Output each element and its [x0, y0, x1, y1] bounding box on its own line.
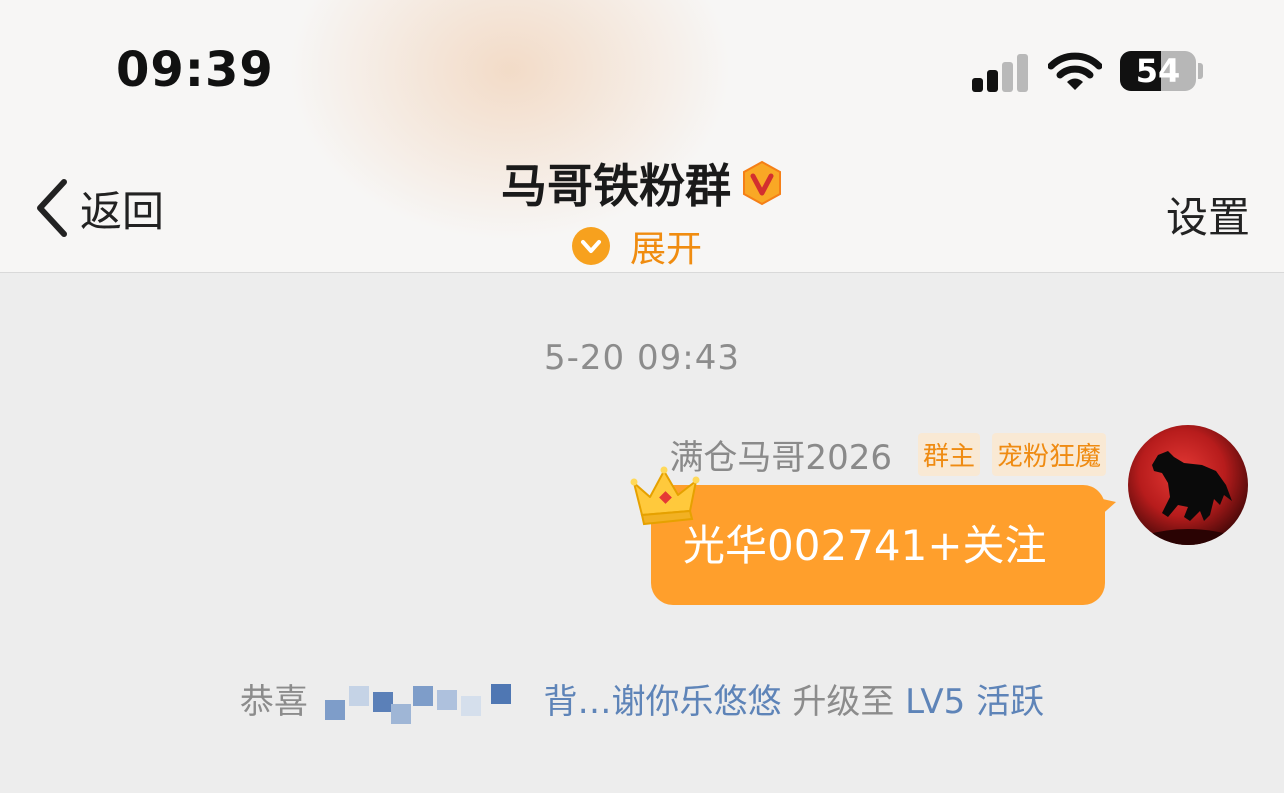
avatar[interactable]	[1128, 425, 1248, 545]
system-middle: 升级至	[792, 682, 895, 722]
wifi-icon	[1048, 52, 1102, 90]
cellular-signal-icon	[972, 54, 1032, 92]
system-username[interactable]: 背…谢你乐悠悠	[544, 682, 782, 722]
system-message: 恭喜 背…谢你乐悠悠 升级至 LV5 活跃	[0, 674, 1284, 726]
title-bar: 马哥铁粉群	[0, 150, 1284, 216]
chevron-down-icon	[572, 227, 610, 265]
group-title[interactable]: 马哥铁粉群	[501, 150, 783, 216]
owner-tag: 群主	[917, 433, 980, 476]
system-prefix: 恭喜	[239, 682, 308, 722]
battery-tip	[1198, 63, 1203, 79]
sender-info: 满仓马哥2026 群主 宠粉狂魔	[669, 430, 1106, 479]
group-title-text: 马哥铁粉群	[501, 159, 731, 213]
horse-avatar-image	[1128, 425, 1248, 545]
header: 09:39 54 返回 马哥铁粉群 展开 设置	[0, 0, 1284, 273]
expand-label: 展开	[630, 229, 703, 270]
battery-percent: 54	[1135, 52, 1181, 90]
message-bubble[interactable]: 光华002741+关注	[651, 485, 1105, 605]
sender-name[interactable]: 满仓马哥2026	[669, 430, 892, 479]
verified-badge-icon	[743, 160, 781, 206]
crown-icon	[630, 466, 700, 526]
battery-icon: 54	[1120, 51, 1196, 91]
fan-title-tag: 宠粉狂魔	[991, 433, 1106, 476]
system-level[interactable]: LV5 活跃	[905, 682, 1044, 722]
pixelated-username-mask	[321, 682, 531, 726]
status-time: 09:39	[116, 42, 274, 98]
expand-button[interactable]: 展开	[572, 220, 702, 272]
settings-button[interactable]: 设置	[1166, 184, 1250, 245]
message-timestamp: 5-20 09:43	[544, 338, 740, 378]
